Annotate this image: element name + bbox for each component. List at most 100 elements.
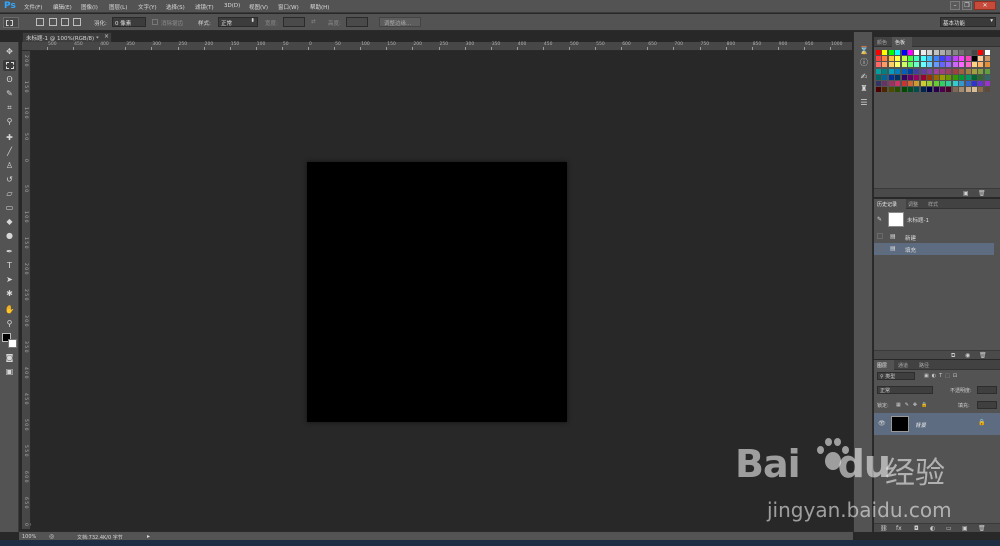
history-brush-source-checkbox[interactable]: [877, 245, 883, 251]
color-swatch[interactable]: [914, 87, 920, 93]
tab-channels[interactable]: 通道: [898, 362, 908, 369]
restore-button[interactable]: ❐: [962, 1, 972, 10]
color-swatch[interactable]: [952, 68, 958, 74]
color-swatch[interactable]: [984, 68, 990, 74]
menu-window[interactable]: 窗口(W): [278, 3, 299, 11]
color-swatch[interactable]: [901, 74, 907, 80]
menu-help[interactable]: 帮助(H): [310, 3, 329, 11]
color-swatch[interactable]: [908, 74, 913, 80]
color-swatch[interactable]: [946, 56, 952, 62]
menu-layer[interactable]: 图层(L): [109, 3, 127, 11]
color-swatch[interactable]: [882, 81, 888, 86]
color-swatch[interactable]: [920, 68, 926, 74]
blend-mode-select[interactable]: 正常: [877, 386, 933, 394]
delete-swatch-icon[interactable]: 🗑: [978, 190, 986, 197]
color-swatch[interactable]: [984, 62, 990, 68]
new-document-from-state-icon[interactable]: ⧉: [951, 352, 955, 360]
color-swatch[interactable]: [927, 87, 933, 93]
color-swatch[interactable]: [895, 62, 901, 68]
color-swatch[interactable]: [920, 74, 926, 80]
color-swatch[interactable]: [927, 62, 933, 68]
color-swatch[interactable]: [908, 68, 913, 74]
color-swatch[interactable]: [895, 50, 901, 55]
color-swatch[interactable]: [888, 62, 894, 68]
menu-select[interactable]: 选择(S): [166, 3, 185, 11]
color-swatch[interactable]: [888, 87, 894, 93]
color-swatch[interactable]: [908, 56, 913, 62]
delete-layer-icon[interactable]: 🗑: [978, 525, 986, 532]
color-swatch[interactable]: [952, 62, 958, 68]
color-swatch[interactable]: [965, 87, 971, 93]
color-swatch[interactable]: [914, 74, 920, 80]
color-swatch[interactable]: [901, 87, 907, 93]
pen-tool-icon[interactable]: ✒: [3, 246, 16, 257]
marquee-tool-icon[interactable]: [3, 60, 16, 71]
color-swatch[interactable]: [901, 56, 907, 62]
color-swatch[interactable]: [914, 62, 920, 68]
color-swatch[interactable]: [959, 50, 965, 55]
tab-adjustments[interactable]: 调整: [908, 201, 918, 208]
type-tool-icon[interactable]: T: [3, 260, 16, 271]
menu-edit[interactable]: 编辑(E): [53, 3, 72, 11]
color-swatch[interactable]: [920, 56, 926, 62]
color-swatch[interactable]: [940, 74, 945, 80]
create-snapshot-icon[interactable]: ◉: [965, 352, 970, 359]
color-swatch[interactable]: [946, 62, 952, 68]
color-swatch[interactable]: [952, 50, 958, 55]
tab-styles[interactable]: 样式: [928, 201, 938, 208]
subtract-selection-icon[interactable]: [61, 18, 69, 26]
color-swatch[interactable]: [946, 68, 952, 74]
color-swatch[interactable]: [972, 62, 977, 68]
color-swatch[interactable]: [876, 50, 881, 55]
color-swatch[interactable]: [946, 50, 952, 55]
color-swatch[interactable]: [908, 87, 913, 93]
color-swatch[interactable]: [882, 74, 888, 80]
color-swatch[interactable]: [895, 74, 901, 80]
color-swatch[interactable]: [895, 68, 901, 74]
tab-layers[interactable]: 图层: [877, 362, 887, 369]
color-swatch[interactable]: [959, 62, 965, 68]
height-input[interactable]: [346, 17, 368, 27]
document-tab[interactable]: 未标题-1 @ 100%(RGB/8) *: [22, 32, 112, 42]
color-swatch[interactable]: [965, 68, 971, 74]
color-swatch[interactable]: [940, 62, 945, 68]
color-swatch[interactable]: [946, 74, 952, 80]
workspace-select[interactable]: 基本功能 ▾: [940, 17, 996, 27]
history-brush-source-checkbox[interactable]: [877, 233, 883, 239]
color-swatch[interactable]: [927, 68, 933, 74]
tab-color[interactable]: 颜色: [877, 39, 887, 46]
lock-icons[interactable]: ▦✎✥🔒: [896, 402, 931, 408]
quick-mask-icon[interactable]: ◙: [3, 352, 16, 363]
color-swatch[interactable]: [965, 50, 971, 55]
add-selection-icon[interactable]: [49, 18, 57, 26]
screen-mode-icon[interactable]: ▣: [3, 366, 16, 377]
color-swatch[interactable]: [888, 74, 894, 80]
color-swatch[interactable]: [984, 81, 990, 86]
color-swatch[interactable]: [882, 62, 888, 68]
color-swatch[interactable]: [940, 56, 945, 62]
status-menu-arrow-icon[interactable]: ▸: [147, 533, 150, 540]
swap-dimensions-icon[interactable]: ⇄: [311, 19, 316, 25]
color-swatch[interactable]: [978, 74, 984, 80]
history-step[interactable]: ▤ 新建: [874, 231, 994, 243]
color-swatch[interactable]: [882, 56, 888, 62]
color-swatch[interactable]: [972, 56, 977, 62]
width-input[interactable]: [283, 17, 305, 27]
history-brush-tool-icon[interactable]: ↺: [3, 174, 16, 185]
eraser-tool-icon[interactable]: ▱: [3, 188, 16, 199]
color-swatch[interactable]: [933, 50, 939, 55]
color-swatch[interactable]: [908, 50, 913, 55]
color-swatch[interactable]: [984, 56, 990, 62]
menu-image[interactable]: 图像(I): [81, 3, 98, 11]
color-swatch[interactable]: [901, 68, 907, 74]
background-color-swatch[interactable]: [8, 339, 17, 348]
color-swatch[interactable]: [940, 81, 945, 86]
menu-type[interactable]: 文字(Y): [138, 3, 157, 11]
color-swatch[interactable]: [933, 74, 939, 80]
lasso-tool-icon[interactable]: ʘ: [3, 74, 16, 85]
color-swatch[interactable]: [972, 87, 977, 93]
menu-view[interactable]: 视图(V): [249, 3, 268, 11]
clone-source-panel-icon[interactable]: ♜: [859, 84, 869, 94]
tool-preset-picker[interactable]: [3, 17, 19, 28]
color-swatch[interactable]: [965, 62, 971, 68]
